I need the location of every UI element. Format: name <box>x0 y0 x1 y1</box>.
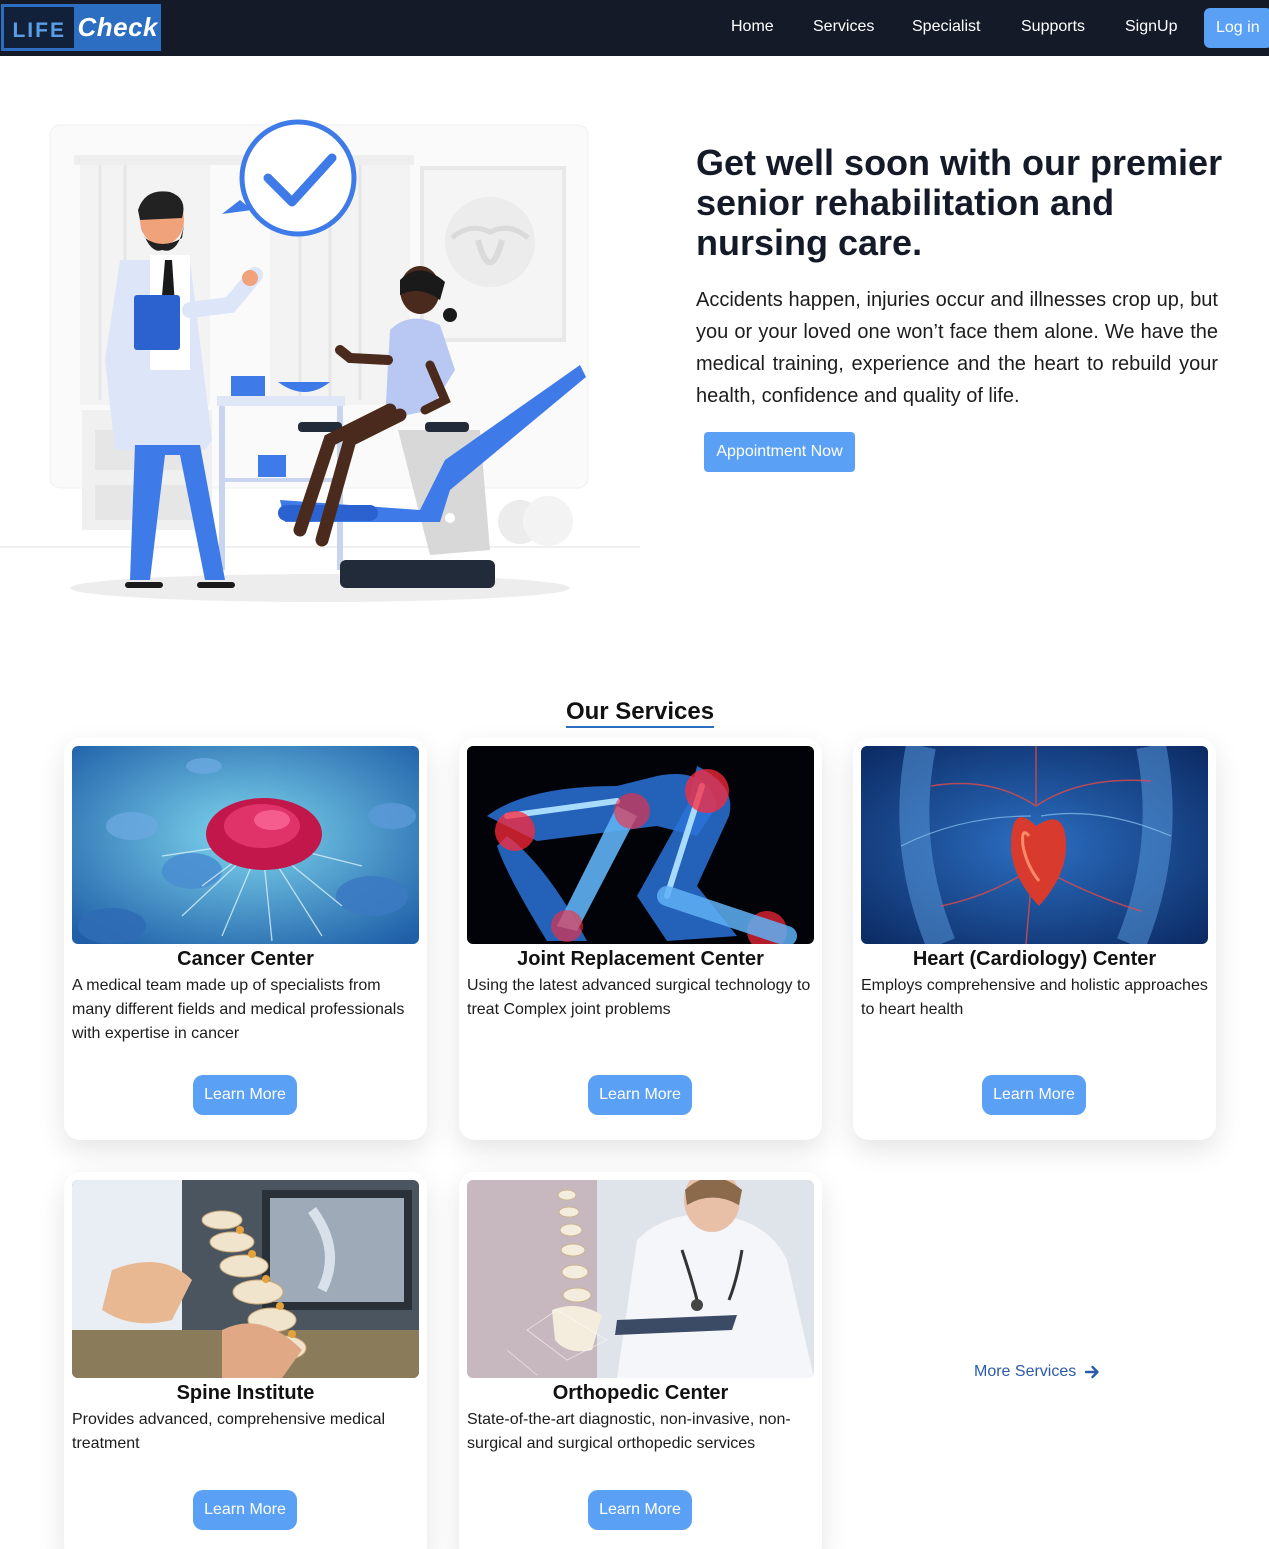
arrow-right-icon <box>1085 1365 1099 1379</box>
card-description: A medical team made up of specialists fr… <box>72 977 405 1042</box>
learn-more-button[interactable]: Learn More <box>193 1075 297 1115</box>
card-title: Cancer Center <box>177 948 314 970</box>
card-title: Heart (Cardiology) Center <box>912 948 1157 970</box>
learn-more-button[interactable]: Learn More <box>193 1490 297 1530</box>
learn-more-button[interactable]: Learn More <box>982 1075 1086 1115</box>
card-description: Employs comprehensive and holistic appro… <box>861 977 1208 1018</box>
service-card-heart: Heart (Cardiology) Center Employs compre… <box>853 738 1216 1140</box>
nav-signup[interactable]: SignUp <box>1125 18 1177 36</box>
learn-more-button[interactable]: Learn More <box>588 1075 692 1115</box>
card-description: Using the latest advanced surgical techn… <box>467 977 811 1018</box>
card-title: Orthopedic Center <box>552 1382 729 1404</box>
hero-title: Get well soon with our premier senior re… <box>696 142 1223 263</box>
spine-model-image <box>72 1180 419 1378</box>
nav-services[interactable]: Services <box>813 18 874 36</box>
navbar: LIFE Check Home Services Specialist Supp… <box>0 0 1269 56</box>
service-card-cancer: Cancer Center A medical team made up of … <box>64 738 427 1140</box>
card-title: Spine Institute <box>176 1382 315 1404</box>
more-services-link[interactable]: More Services <box>974 1363 1100 1381</box>
nav-home[interactable]: Home <box>731 18 774 36</box>
hero-description: Accidents happen, injuries occur and ill… <box>696 289 1218 407</box>
logo-check-text: Check <box>77 12 158 42</box>
nav-supports[interactable]: Supports <box>1021 18 1085 36</box>
login-button[interactable]: Log in <box>1204 8 1269 48</box>
cancer-cell-image <box>72 746 419 944</box>
appointment-button[interactable]: Appointment Now <box>704 432 855 472</box>
services-heading: Our Services <box>0 698 1269 728</box>
hero-illustration <box>0 110 645 610</box>
logo-life-text: LIFE <box>4 7 75 48</box>
card-title: Joint Replacement Center <box>517 948 764 970</box>
service-card-orthopedic: Orthopedic Center State-of-the-art diagn… <box>459 1172 822 1549</box>
orthopedic-doctor-image <box>467 1180 814 1378</box>
card-description: Provides advanced, comprehensive medical… <box>72 1411 386 1452</box>
card-description: State-of-the-art diagnostic, non-invasiv… <box>467 1411 791 1452</box>
logo[interactable]: LIFE Check <box>1 4 161 51</box>
joint-xray-image <box>467 746 814 944</box>
heart-anatomy-image <box>861 746 1208 944</box>
nav-specialist[interactable]: Specialist <box>912 18 980 36</box>
service-card-joint: Joint Replacement Center Using the lates… <box>459 738 822 1140</box>
more-services-label: More Services <box>974 1363 1077 1380</box>
learn-more-button[interactable]: Learn More <box>588 1490 692 1530</box>
service-card-spine: Spine Institute Provides advanced, compr… <box>64 1172 427 1549</box>
